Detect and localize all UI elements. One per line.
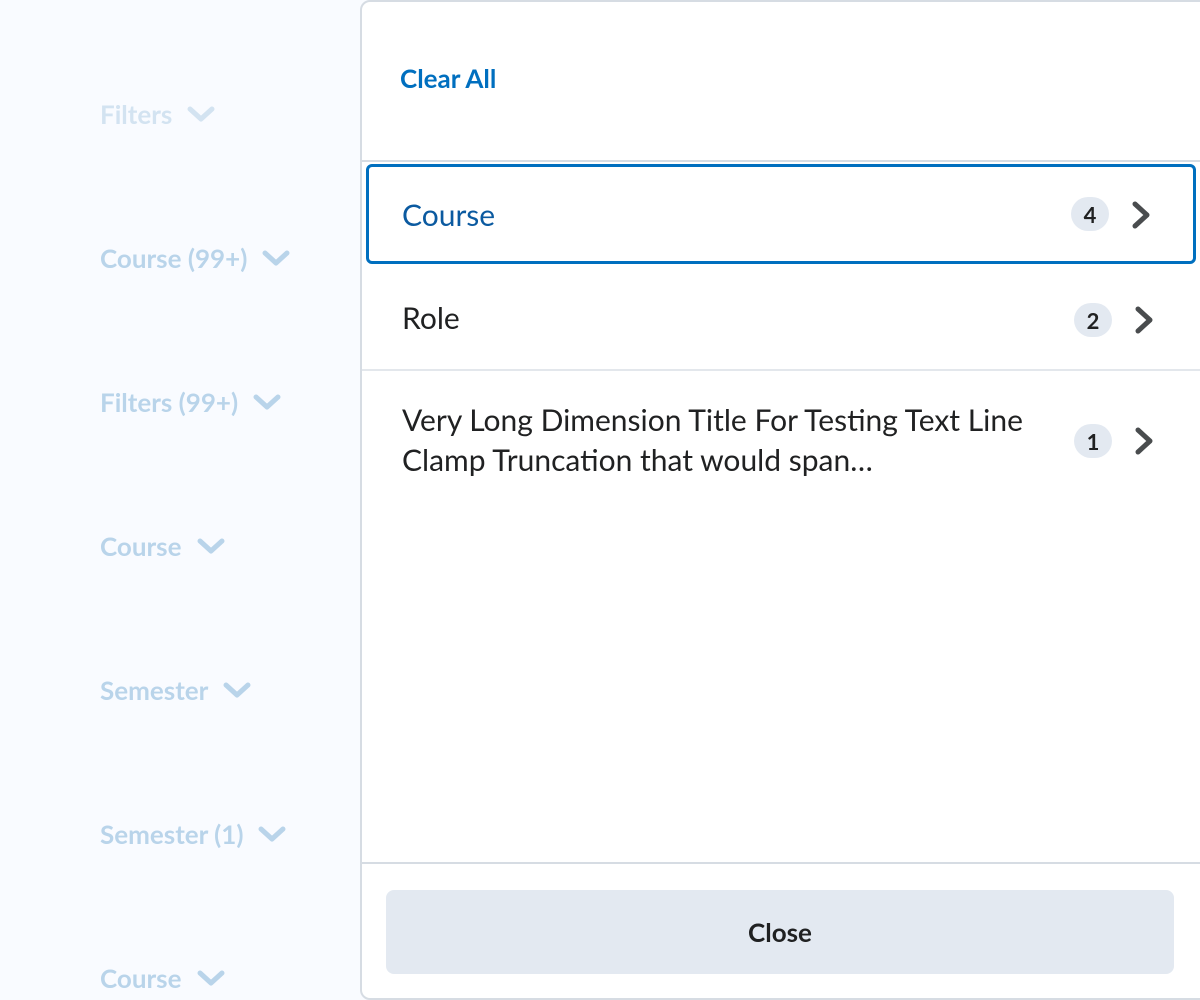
dimension-title: Course [402,197,496,233]
count-badge: 2 [1074,303,1112,337]
chevron-down-icon [222,680,252,700]
filter-trigger-label: Semester (1) [100,818,244,850]
dialog-footer: Close [362,862,1200,998]
background-filter-trigger: Course [100,962,226,994]
background-filter-list: Filters Course (99+) Filters (99+) Cours… [0,0,360,1000]
filter-dialog: Clear All Course 4 Role 2 Very Long Dime… [360,0,1200,1000]
count-badge: 1 [1074,424,1112,458]
filter-trigger-label: Semester [100,674,209,706]
filter-trigger-label: Course [100,530,182,562]
background-filter-trigger: Semester (1) [100,818,287,850]
chevron-right-icon [1132,426,1156,456]
chevron-down-icon [186,104,216,124]
chevron-down-icon [196,536,226,556]
background-filter-trigger: Course [100,530,226,562]
filter-trigger-label: Filters (99+) [100,386,239,418]
chevron-down-icon [252,392,282,412]
chevron-down-icon [196,968,226,988]
chevron-down-icon [257,824,287,844]
dimension-title: Role [402,300,460,336]
chevron-down-icon [261,248,291,268]
close-button[interactable]: Close [386,890,1174,974]
count-badge: 4 [1071,197,1109,231]
chevron-right-icon [1132,305,1156,335]
dialog-header: Clear All [362,2,1200,162]
background-filter-trigger: Filters [100,98,216,130]
background-filter-trigger: Course (99+) [100,242,291,274]
filter-page: Filters Course (99+) Filters (99+) Cours… [0,0,1200,1000]
row-divider [362,369,1200,371]
dimension-item-course[interactable]: Course 4 [366,164,1196,264]
filter-trigger-label: Course [100,962,182,994]
chevron-right-icon [1129,200,1153,230]
background-filter-trigger: Semester [100,674,252,706]
dimension-title: Very Long Dimension Title For Testing Te… [402,402,1023,478]
background-filter-trigger: Filters (99+) [100,386,282,418]
clear-all-button[interactable]: Clear All [400,62,496,94]
dimension-item-long-title[interactable]: Very Long Dimension Title For Testing Te… [366,372,1196,502]
filter-trigger-label: Filters [100,98,173,130]
dimension-item-role[interactable]: Role 2 [366,268,1196,368]
filter-trigger-label: Course (99+) [100,242,248,274]
